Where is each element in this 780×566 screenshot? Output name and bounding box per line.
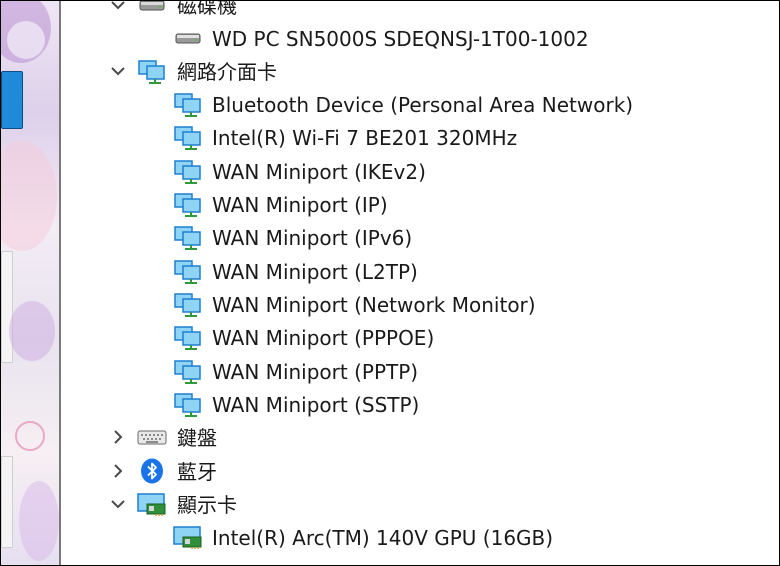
keyboard-icon xyxy=(137,430,167,445)
category-disk-drives[interactable]: 磁碟機 xyxy=(61,0,761,22)
device-label: WAN Miniport (Network Monitor) xyxy=(212,293,536,317)
device-item[interactable]: WD PC SN5000S SDEQNSJ-1T00-1002 xyxy=(61,22,761,55)
network-adapter-icon xyxy=(174,393,201,417)
device-item[interactable]: Intel(R) Wi-Fi 7 BE201 320MHz xyxy=(61,121,761,154)
chevron-down-icon[interactable] xyxy=(109,0,127,14)
desktop-window-fragment xyxy=(1,71,23,129)
device-item[interactable]: WAN Miniport (SSTP) xyxy=(61,388,761,421)
disk-drive-icon xyxy=(139,1,165,11)
device-label: WAN Miniport (PPPOE) xyxy=(212,326,435,350)
network-adapter-icon xyxy=(174,126,201,150)
network-adapter-icon xyxy=(174,226,201,250)
network-adapter-icon xyxy=(138,60,165,84)
disk-drive-icon xyxy=(175,33,201,44)
network-adapter-icon xyxy=(174,293,201,317)
category-keyboards[interactable]: 鍵盤 xyxy=(61,421,761,454)
device-label: Intel(R) Wi-Fi 7 BE201 320MHz xyxy=(212,126,518,150)
device-label: WAN Miniport (PPTP) xyxy=(212,360,419,384)
network-adapter-icon xyxy=(174,160,201,184)
network-adapter-icon xyxy=(174,326,201,350)
display-adapter-icon xyxy=(137,493,166,516)
network-adapter-icon xyxy=(174,260,201,284)
device-item[interactable]: Bluetooth Device (Personal Area Network) xyxy=(61,88,761,121)
device-item[interactable]: WAN Miniport (PPTP) xyxy=(61,355,761,388)
network-adapter-icon xyxy=(174,360,201,384)
device-tree[interactable]: 磁碟機 WD PC SN5000S SDEQNSJ-1T00-1002 網路介面… xyxy=(61,1,779,565)
device-label: WAN Miniport (SSTP) xyxy=(212,393,420,417)
device-label: WAN Miniport (L2TP) xyxy=(212,260,418,284)
display-adapter-icon xyxy=(173,526,202,549)
category-display-adapters[interactable]: 顯示卡 xyxy=(61,488,761,521)
device-label: Intel(R) Arc(TM) 140V GPU (16GB) xyxy=(212,526,554,550)
device-item[interactable]: WAN Miniport (L2TP) xyxy=(61,255,761,288)
category-label: 顯示卡 xyxy=(177,493,237,517)
chevron-right-icon[interactable] xyxy=(109,428,127,446)
device-item[interactable]: WAN Miniport (PPPOE) xyxy=(61,321,761,354)
category-label: 磁碟機 xyxy=(177,0,237,18)
category-label: 鍵盤 xyxy=(177,426,217,450)
device-label: WD PC SN5000S SDEQNSJ-1T00-1002 xyxy=(212,27,589,51)
device-item[interactable]: WAN Miniport (Network Monitor) xyxy=(61,288,761,321)
desktop-wallpaper xyxy=(1,1,59,565)
device-label: WAN Miniport (IKEv2) xyxy=(212,160,426,184)
device-item[interactable]: WAN Miniport (IKEv2) xyxy=(61,155,761,188)
wallpaper-shape xyxy=(1,141,57,251)
chevron-right-icon[interactable] xyxy=(109,462,127,480)
category-label: 網路介面卡 xyxy=(177,60,277,84)
device-item[interactable]: Intel(R) Arc(TM) 140V GPU (16GB) xyxy=(61,521,761,554)
wallpaper-shape xyxy=(9,301,55,361)
chevron-down-icon[interactable] xyxy=(109,495,127,513)
device-label: WAN Miniport (IP) xyxy=(212,193,388,217)
desktop-panel-fragment xyxy=(1,456,13,548)
category-label: 藍牙 xyxy=(177,460,217,484)
device-label: Bluetooth Device (Personal Area Network) xyxy=(212,93,634,117)
wallpaper-swirl xyxy=(15,421,45,451)
category-bluetooth[interactable]: 藍牙 xyxy=(61,455,761,488)
network-adapter-icon xyxy=(174,193,201,217)
category-network-adapters[interactable]: 網路介面卡 xyxy=(61,55,761,88)
device-item[interactable]: WAN Miniport (IPv6) xyxy=(61,221,761,254)
wallpaper-shape xyxy=(19,481,59,561)
chevron-down-icon[interactable] xyxy=(109,62,127,80)
device-item[interactable]: WAN Miniport (IP) xyxy=(61,188,761,221)
network-adapter-icon xyxy=(174,93,201,117)
device-label: WAN Miniport (IPv6) xyxy=(212,226,413,250)
bluetooth-icon xyxy=(141,458,163,484)
screenshot-frame: 磁碟機 WD PC SN5000S SDEQNSJ-1T00-1002 網路介面… xyxy=(0,0,780,566)
wallpaper-shape xyxy=(7,21,45,59)
